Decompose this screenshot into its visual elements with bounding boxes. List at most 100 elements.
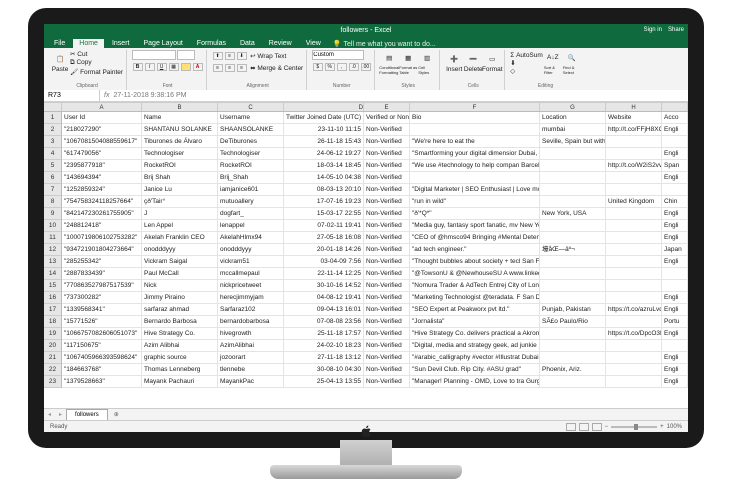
bold-button[interactable]: B: [133, 63, 143, 71]
cell[interactable]: Non-Verified: [364, 148, 410, 160]
cell[interactable]: "We use #technology to help compan Barce…: [410, 160, 540, 172]
cell[interactable]: User Id: [62, 112, 142, 124]
tab-home[interactable]: Home: [73, 39, 104, 48]
align-middle-button[interactable]: ≡: [225, 52, 235, 60]
cell[interactable]: onodddyyy: [142, 244, 218, 256]
cell[interactable]: SHANTANU SOLANKE: [142, 124, 218, 136]
number-format-select[interactable]: [312, 50, 364, 60]
zoom-slider[interactable]: [611, 426, 657, 428]
align-bottom-button[interactable]: ⬇: [237, 52, 247, 60]
format-painter-button[interactable]: 🖌 Format Painter: [70, 68, 123, 76]
cell[interactable]: [606, 268, 662, 280]
row-header[interactable]: 21: [44, 352, 62, 364]
cell[interactable]: Non-Verified: [364, 220, 410, 232]
signin-link[interactable]: Sign in: [644, 27, 662, 33]
row-header[interactable]: 8: [44, 196, 62, 208]
cell[interactable]: 27-11-18 13:12: [284, 352, 364, 364]
cell[interactable]: 20-01-18 14:26: [284, 244, 364, 256]
cell[interactable]: Engli: [662, 208, 688, 220]
cell[interactable]: New York, USA: [540, 208, 606, 220]
cell[interactable]: iamjanice601: [218, 184, 284, 196]
row-header[interactable]: 2: [44, 124, 62, 136]
cell[interactable]: Username: [218, 112, 284, 124]
cell[interactable]: "1339568341": [62, 304, 142, 316]
cell[interactable]: "2887833439": [62, 268, 142, 280]
cell[interactable]: Chin: [662, 196, 688, 208]
row-header[interactable]: 19: [44, 328, 62, 340]
cell[interactable]: https://t.co/DpcO3DJuYF: [606, 328, 662, 340]
cell[interactable]: Punjab, Pakistan: [540, 304, 606, 316]
share-button[interactable]: Share: [668, 27, 684, 33]
view-normal-button[interactable]: [566, 423, 576, 431]
cell[interactable]: [606, 136, 662, 148]
cell[interactable]: Engli: [662, 364, 688, 376]
cell[interactable]: "15771526": [62, 316, 142, 328]
merge-center-button[interactable]: ⬌ Merge & Center: [250, 64, 303, 72]
cell[interactable]: [540, 292, 606, 304]
view-break-button[interactable]: [592, 423, 602, 431]
fill-menu-button[interactable]: ⬇: [510, 59, 543, 67]
cell[interactable]: Non-Verified: [364, 292, 410, 304]
cell[interactable]: [606, 184, 662, 196]
cell[interactable]: 壕åŒ—äº¬: [540, 244, 606, 256]
sheet-tab-followers[interactable]: followers: [66, 409, 108, 420]
cell[interactable]: SHAANSOLANKE: [218, 124, 284, 136]
cell[interactable]: "1000719806102753282": [62, 232, 142, 244]
tell-me-search[interactable]: 💡 Tell me what you want to do...: [329, 40, 684, 48]
cell[interactable]: "#arabic_calligraphy #vector #Illustrat …: [410, 352, 540, 364]
cell[interactable]: [606, 340, 662, 352]
cell[interactable]: "Marketing Technologist @teradata. F San…: [410, 292, 540, 304]
tab-data[interactable]: Data: [234, 39, 261, 48]
zoom-in-button[interactable]: +: [660, 424, 664, 430]
cell[interactable]: çð'Tair°: [142, 196, 218, 208]
cell[interactable]: Portu: [662, 316, 688, 328]
cell[interactable]: "Manager! Planning - OMD, Love to tra Gu…: [410, 376, 540, 388]
cell[interactable]: Technologiser: [142, 148, 218, 160]
cell[interactable]: "ad tech engineer.": [410, 244, 540, 256]
cell[interactable]: [540, 280, 606, 292]
align-top-button[interactable]: ⬆: [213, 52, 223, 60]
cell[interactable]: 04-08-12 19:41: [284, 292, 364, 304]
row-header[interactable]: 18: [44, 316, 62, 328]
cell[interactable]: mutuoallery: [218, 196, 284, 208]
row-header[interactable]: 23: [44, 376, 62, 388]
cell[interactable]: "617479056": [62, 148, 142, 160]
cell[interactable]: jozoorart: [218, 352, 284, 364]
row-header[interactable]: 15: [44, 280, 62, 292]
cell[interactable]: 22-11-14 12:25: [284, 268, 364, 280]
select-all-corner[interactable]: [44, 103, 62, 111]
row-header[interactable]: 4: [44, 148, 62, 160]
cell[interactable]: Non-Verified: [364, 124, 410, 136]
cell[interactable]: Engli: [662, 124, 688, 136]
cell[interactable]: [540, 184, 606, 196]
cell[interactable]: Bernardo Barbosa: [142, 316, 218, 328]
row-header[interactable]: 22: [44, 364, 62, 376]
cell[interactable]: Phoenix, Ariz.: [540, 364, 606, 376]
row-header[interactable]: 9: [44, 208, 62, 220]
cell[interactable]: Non-Verified: [364, 268, 410, 280]
row-header[interactable]: 13: [44, 256, 62, 268]
wrap-text-button[interactable]: ↩ Wrap Text: [250, 52, 286, 60]
font-name-input[interactable]: [132, 50, 176, 60]
cell[interactable]: lenappel: [218, 220, 284, 232]
underline-button[interactable]: U: [157, 63, 167, 71]
cell[interactable]: Seville, Spain but without borders: [540, 136, 606, 148]
cell[interactable]: "We're here to eat the: [410, 136, 540, 148]
cell[interactable]: [540, 340, 606, 352]
cell[interactable]: [540, 268, 606, 280]
cell[interactable]: Azim Alibhai: [142, 340, 218, 352]
row-header[interactable]: 14: [44, 268, 62, 280]
cell[interactable]: Name: [142, 112, 218, 124]
cell[interactable]: [540, 160, 606, 172]
add-sheet-button[interactable]: ⊕: [108, 411, 125, 418]
cell[interactable]: Technologiser: [218, 148, 284, 160]
cell[interactable]: Engli: [662, 292, 688, 304]
sheet-nav-prev[interactable]: ◂: [44, 411, 55, 418]
cell[interactable]: graphic source: [142, 352, 218, 364]
cell[interactable]: Engli: [662, 148, 688, 160]
cell[interactable]: "Digital, media and strategy geek, ad ju…: [410, 340, 540, 352]
cell[interactable]: "ð'*Q*": [410, 208, 540, 220]
row-header[interactable]: 7: [44, 184, 62, 196]
percent-button[interactable]: %: [325, 63, 335, 71]
cell[interactable]: J: [142, 208, 218, 220]
